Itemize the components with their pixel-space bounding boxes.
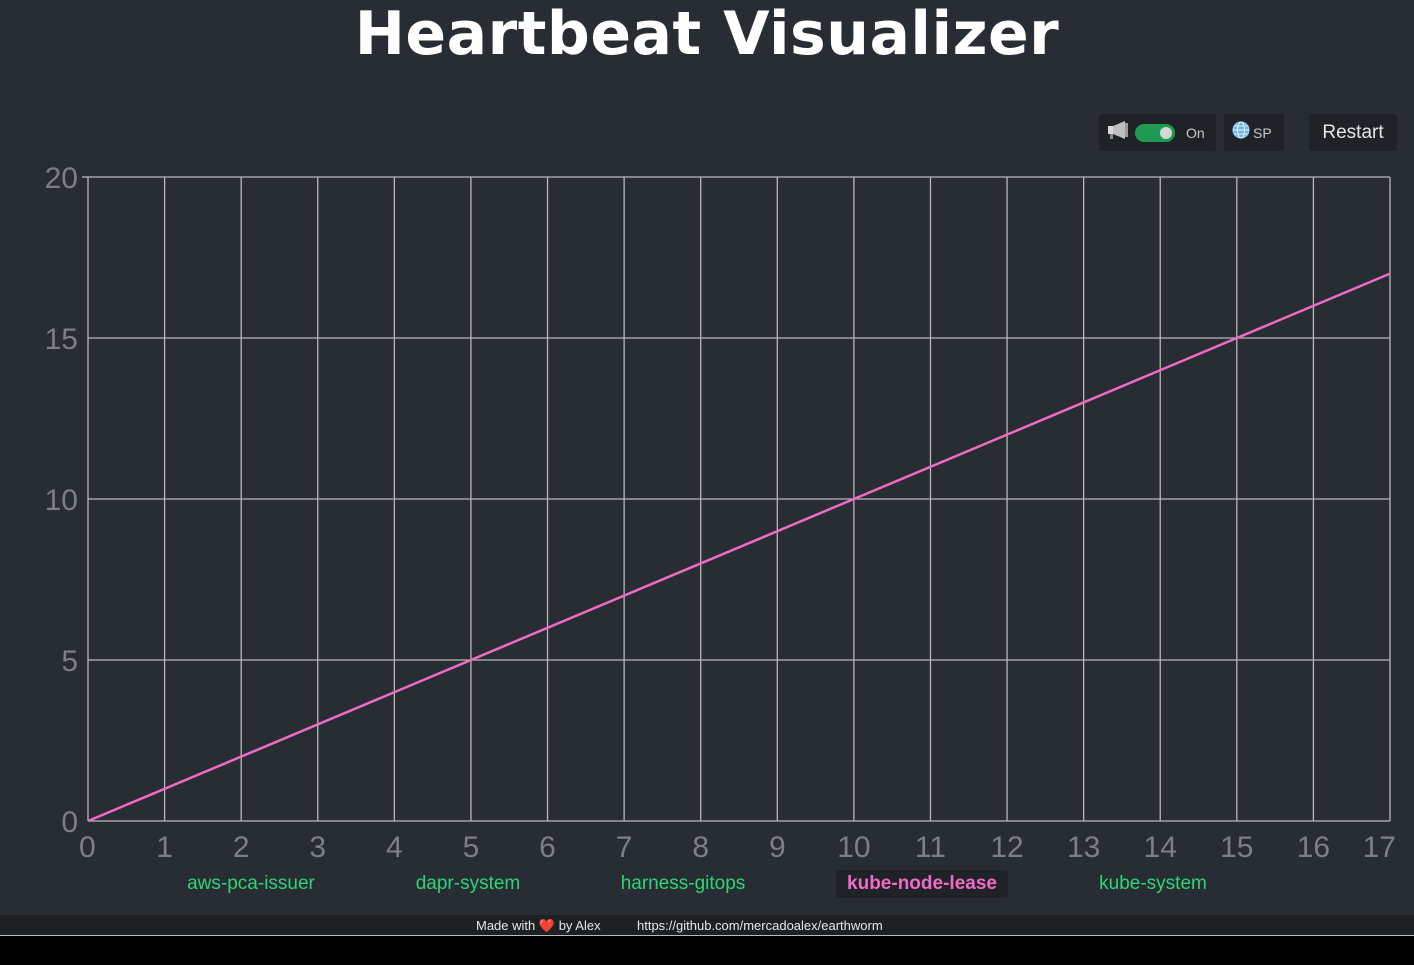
- x-tick-label: 3: [309, 831, 326, 864]
- chart-grid: [82, 176, 1391, 822]
- x-tick-label: 14: [1144, 831, 1177, 864]
- x-tick-label: 10: [837, 831, 870, 864]
- x-axis-ticks: 0 1 2 3 4 5 6 7 8 9 10 11 12 13 14 15 16 17: [79, 831, 1396, 864]
- bottom-bar: [0, 936, 1414, 965]
- x-tick-label: 12: [990, 831, 1023, 864]
- heart-icon: ❤️: [538, 918, 556, 933]
- x-tick-label: 5: [463, 831, 480, 864]
- x-tick-label: 17: [1363, 831, 1396, 864]
- made-with-text: Made with ❤️ by Alex: [476, 918, 601, 934]
- tab-harness-gitops[interactable]: harness-gitops: [610, 870, 757, 898]
- x-tick-label: 6: [539, 831, 556, 864]
- y-tick-label: 10: [45, 484, 78, 517]
- x-tick-label: 13: [1067, 831, 1100, 864]
- heartbeat-chart: 0 1 2 3 4 5 6 7 8 9 10 11 12 13 14 15 16 17 05101520: [45, 162, 1396, 864]
- x-tick-label: 16: [1297, 831, 1330, 864]
- x-tick-label: 0: [79, 831, 96, 864]
- tab-kube-node-lease[interactable]: kube-node-lease: [836, 870, 1008, 898]
- tab-kube-system[interactable]: kube-system: [1088, 870, 1218, 898]
- y-tick-label: 20: [45, 162, 78, 195]
- x-tick-label: 8: [692, 831, 709, 864]
- x-tick-label: 4: [386, 831, 403, 864]
- made-with-label: Made with: [476, 918, 536, 933]
- x-tick-label: 9: [769, 831, 786, 864]
- x-tick-label: 2: [233, 831, 250, 864]
- x-tick-label: 11: [915, 831, 946, 864]
- y-axis-ticks: 0 5 10 15 20: [45, 162, 78, 839]
- y-tick-label: 0: [61, 806, 78, 839]
- footer: Made with ❤️ by Alex https://github.com/…: [0, 915, 1414, 936]
- x-tick-label: 1: [156, 831, 173, 864]
- series-line: [87, 272, 1391, 823]
- author-label: by Alex: [558, 918, 601, 933]
- x-tick-label: 7: [616, 831, 633, 864]
- repo-link[interactable]: https://github.com/mercadoalex/earthworm: [637, 918, 883, 933]
- tab-dapr-system[interactable]: dapr-system: [405, 870, 532, 898]
- y-tick-label: 5: [61, 645, 78, 678]
- y-tick-label: 15: [45, 323, 78, 356]
- chart-series: [87, 272, 1391, 823]
- tab-aws-pca-issuer[interactable]: aws-pca-issuer: [176, 870, 326, 898]
- x-tick-label: 15: [1220, 831, 1253, 864]
